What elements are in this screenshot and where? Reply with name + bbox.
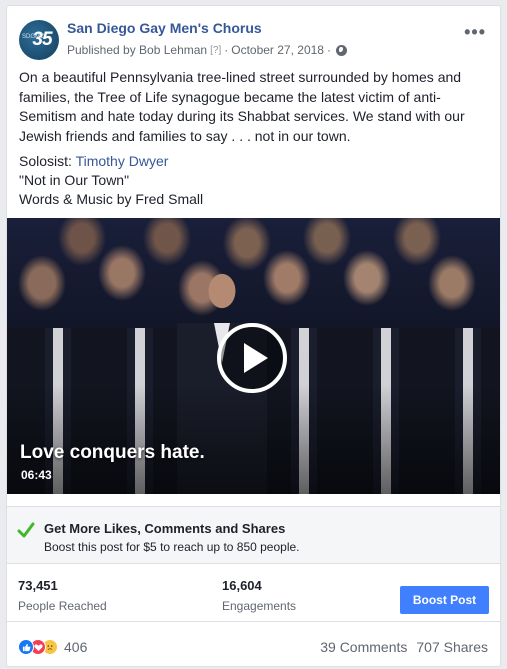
more-options-icon[interactable]: ••• [464,22,486,43]
published-by[interactable]: Published by Bob Lehman [67,43,207,57]
video-title: Love conquers hate. [20,442,205,463]
post-card: SDGMC 35 San Diego Gay Men's Chorus Publ… [6,5,501,667]
checkmark-icon [17,522,35,538]
post-body: On a beautiful Pennsylvania tree-lined s… [19,69,465,144]
soloist-line: Solosist: Timothy Dwyer [19,152,203,171]
comments-count-link[interactable]: 39 Comments [320,639,407,655]
globe-icon[interactable] [335,44,347,56]
boost-post-button[interactable]: Boost Post [400,586,489,614]
post-meta: Published by Bob Lehman [?] · October 27… [67,43,347,57]
meta-separator: · [224,43,229,57]
engagements-stat[interactable]: 16,604 Engagements [222,578,296,613]
people-reached-value: 73,451 [18,578,58,593]
song-title: "Not in Our Town" [19,172,130,188]
post-insights: 73,451 People Reached 16,604 Engagements… [7,566,500,622]
post-date[interactable]: October 27, 2018 [231,43,324,57]
boost-promo: Get More Likes, Comments and Shares Boos… [7,506,500,564]
video-duration: 06:43 [21,468,52,482]
engagements-value: 16,604 [222,578,262,593]
boost-promo-title: Get More Likes, Comments and Shares [44,521,286,536]
post-credits: Solosist: Timothy Dwyer "Not in Our Town… [19,152,203,209]
people-reached-stat[interactable]: 73,451 People Reached [18,578,107,613]
meta-separator-2: · [326,43,331,57]
avatar-text: 35 [32,29,52,50]
avatar[interactable]: SDGMC 35 [19,20,59,60]
engagement-counts: 39 Comments 707 Shares [320,639,488,655]
page-name-link[interactable]: San Diego Gay Men's Chorus [67,20,262,36]
like-reaction-icon [18,639,34,655]
play-button[interactable] [217,323,287,393]
video-player[interactable]: Love conquers hate. 06:43 [7,218,500,494]
boost-promo-subtitle: Boost this post for $5 to reach up to 85… [44,540,300,554]
song-credits: Words & Music by Fred Small [19,191,204,207]
people-reached-label: People Reached [18,599,107,613]
avatar-subtext: SDGMC [22,34,45,40]
engagements-label: Engagements [222,599,297,613]
reactions-summary[interactable]: 406 [18,639,87,655]
post-header: SDGMC 35 San Diego Gay Men's Chorus Publ… [19,18,488,62]
play-icon [243,343,268,373]
reaction-count: 406 [64,639,88,655]
post-footer: 406 39 Comments 707 Shares [7,623,500,666]
help-marker[interactable]: [?] [210,45,221,56]
soloist-label: Solosist: [19,153,72,169]
shares-count-link[interactable]: 707 Shares [416,639,488,655]
soloist-name-link[interactable]: Timothy Dwyer [76,153,169,169]
